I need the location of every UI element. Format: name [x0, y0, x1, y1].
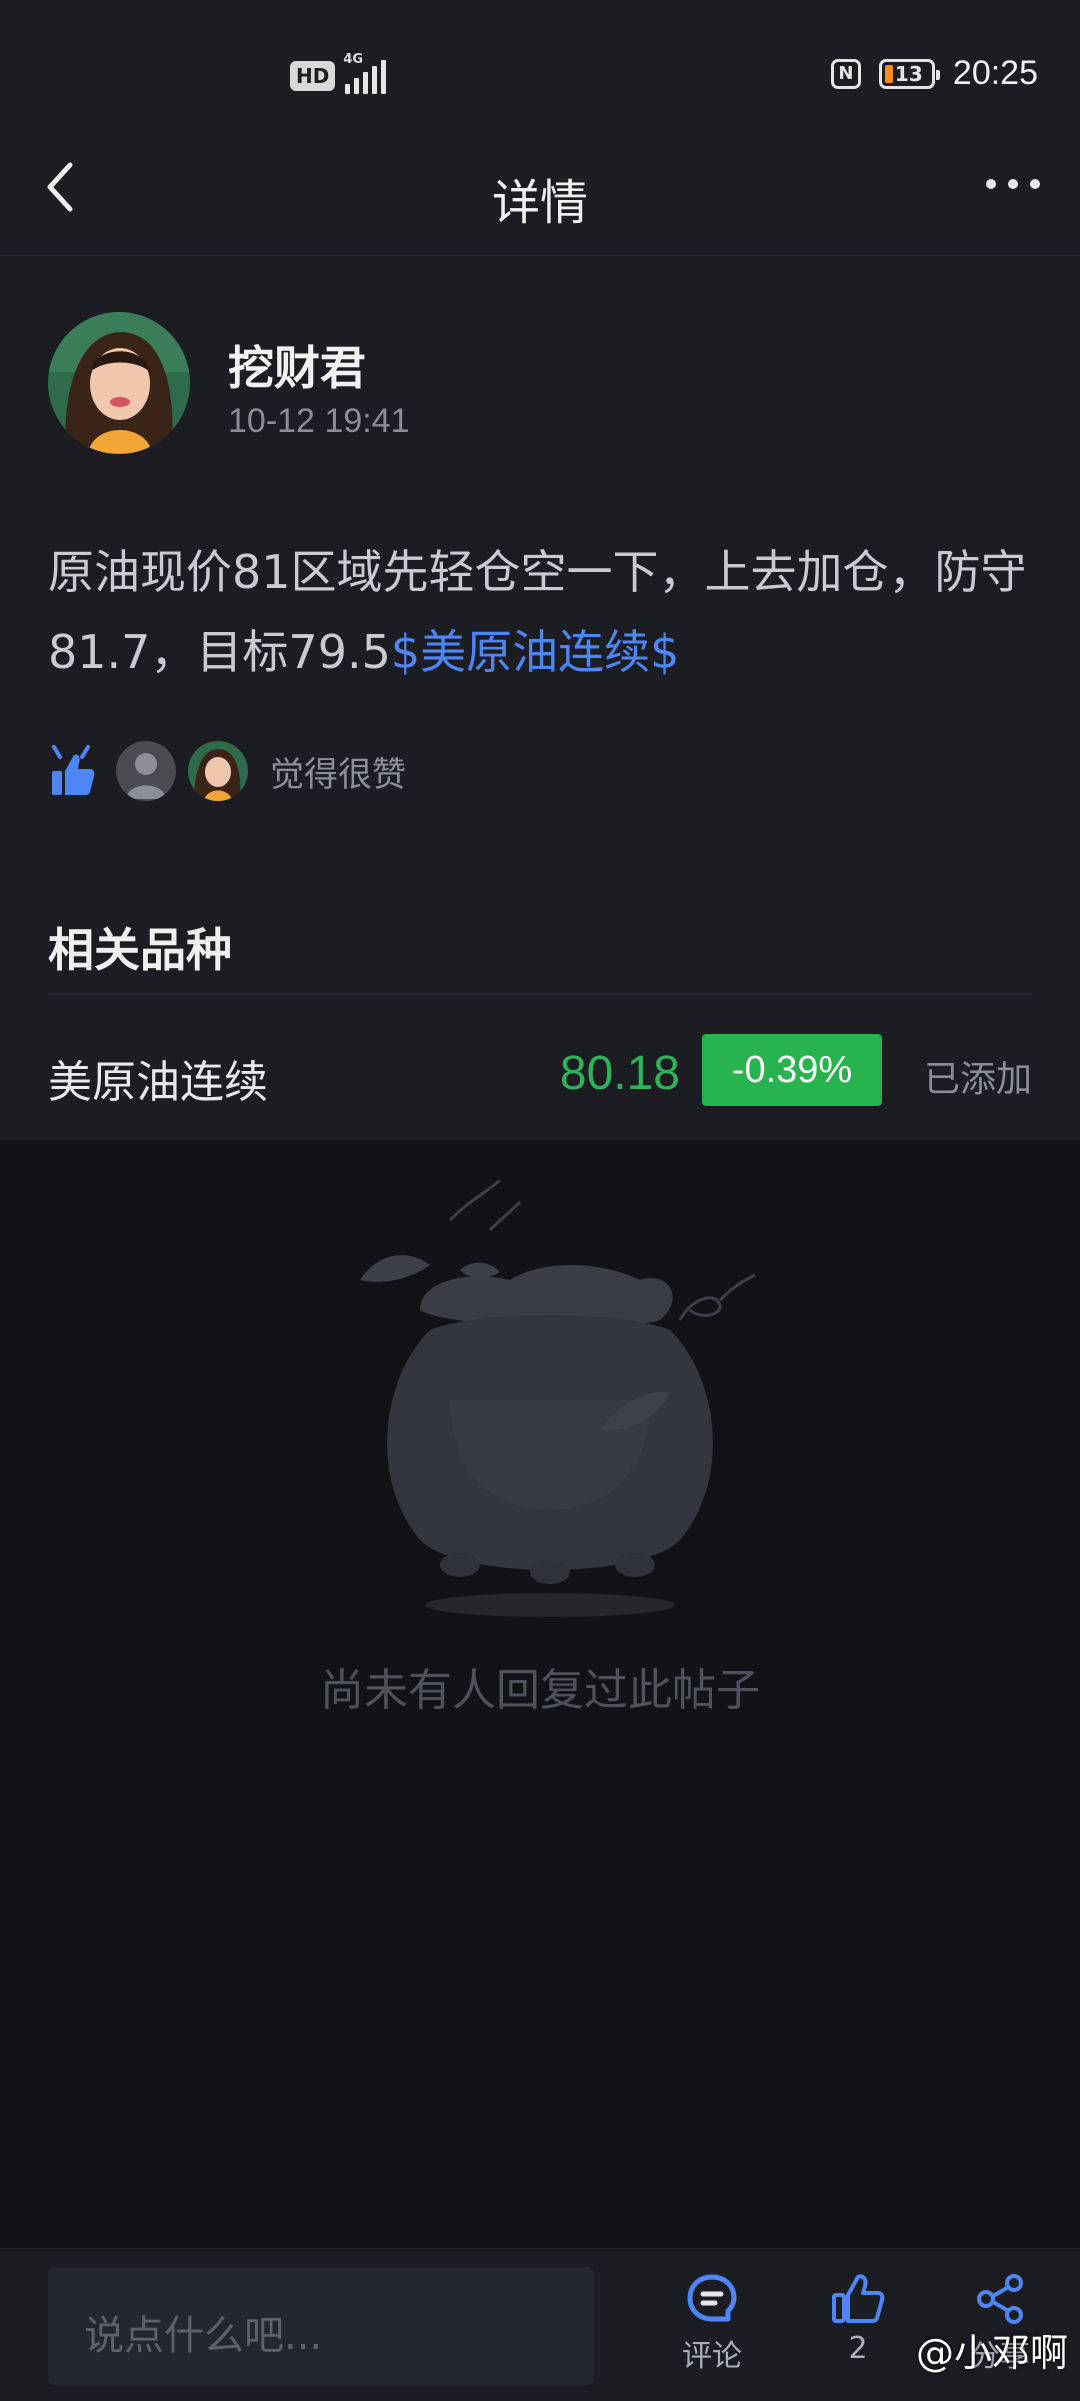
status-left: HD 4G [290, 52, 387, 94]
dot-icon [1030, 179, 1040, 189]
post-card: 挖财君 10-12 19:41 原油现价81区域先轻仓空一下，上去加仓，防守81… [0, 256, 1080, 1140]
more-options-button[interactable] [986, 179, 1040, 189]
author-name[interactable]: 挖财君 [228, 332, 366, 398]
comment-icon [687, 2274, 737, 2322]
related-instrument-row[interactable]: 美原油连续 80.18 -0.39% 已添加 [48, 1026, 1032, 1116]
dot-icon [986, 179, 996, 189]
status-right: N 13 20:25 [830, 54, 1038, 93]
post-timestamp: 10-12 19:41 [228, 402, 410, 440]
status-bar: HD 4G N 13 20:25 [0, 0, 1080, 135]
post-content: 原油现价81区域先轻仓空一下，上去加仓，防守81.7，目标79.5$美原油连续$ [48, 532, 1038, 692]
network-type: 4G [343, 52, 364, 67]
author-avatar[interactable] [48, 312, 190, 454]
nfc-icon: N [830, 58, 861, 89]
divider [48, 994, 1032, 995]
likes-text: 觉得很赞 [270, 754, 406, 795]
instrument-price: 80.18 [559, 1047, 680, 1100]
added-status-button[interactable]: 已添加 [924, 1050, 1032, 1102]
avatar-image [48, 312, 190, 454]
instrument-change-badge: -0.39% [702, 1034, 882, 1106]
instrument-name: 美原油连续 [48, 1057, 268, 1108]
watermark: @小邓啊 [915, 2331, 1068, 2375]
liker-avatar[interactable] [188, 741, 248, 801]
empty-bag-illustration [360, 1180, 756, 1617]
like-button[interactable]: 2 [798, 2271, 918, 2366]
comment-label: 评论 [682, 2339, 742, 2374]
share-icon [977, 2274, 1023, 2324]
likes-row[interactable]: 觉得很赞 [48, 736, 406, 806]
related-section-title: 相关品种 [48, 923, 232, 977]
dot-icon [1008, 179, 1018, 189]
battery-icon: 13 [878, 58, 940, 89]
instrument-tag-link[interactable]: $美原油连续$ [391, 625, 680, 679]
page-title: 详情 [491, 175, 588, 231]
thumbs-up-icon [832, 2274, 885, 2323]
battery-level: 13 [894, 61, 923, 86]
comment-input[interactable]: 说点什么吧... [48, 2267, 594, 2385]
like-count: 2 [848, 2331, 868, 2366]
hd-badge: HD [290, 61, 336, 91]
comment-button[interactable]: 评论 [652, 2271, 772, 2375]
signal-icon: 4G [343, 52, 387, 94]
nav-header: 详情 [0, 135, 1080, 256]
liker-avatar[interactable] [116, 741, 176, 801]
empty-state-text: 尚未有人回复过此帖子 [320, 1665, 760, 1716]
clock: 20:25 [952, 54, 1038, 92]
thumbs-up-icon [52, 745, 95, 795]
